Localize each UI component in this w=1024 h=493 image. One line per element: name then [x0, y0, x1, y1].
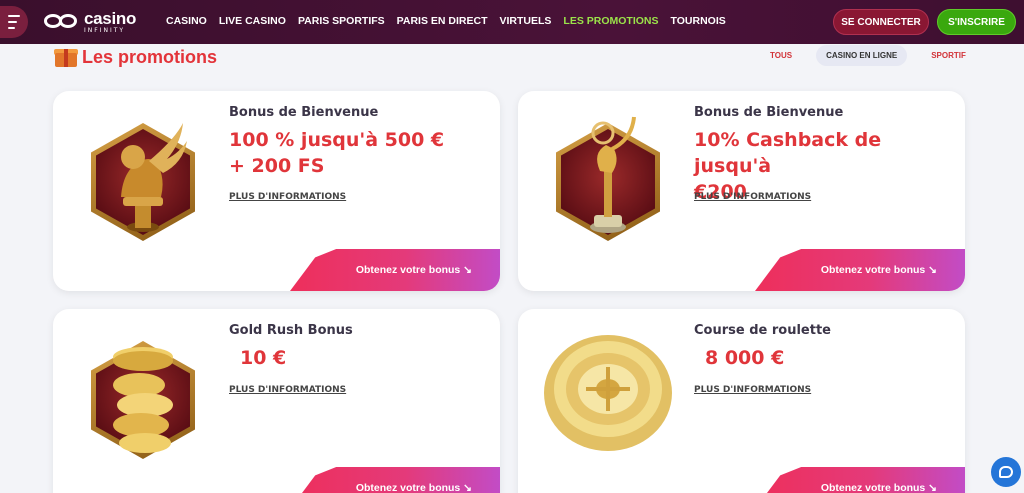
login-button[interactable]: SE CONNECTER	[833, 9, 929, 35]
chat-icon	[999, 466, 1013, 478]
card-subtitle: Gold Rush Bonus	[229, 323, 353, 338]
top-header: casino INFINITY CASINO LIVE CASINO PARIS…	[0, 0, 1024, 44]
nav-paris-en-direct[interactable]: PARIS EN DIRECT	[397, 15, 488, 27]
more-info-link[interactable]: PLUS D'INFORMATIONS	[229, 385, 346, 395]
filter-sportif[interactable]: SPORTIF	[921, 45, 976, 66]
nav-les-promotions[interactable]: LES PROMOTIONS	[563, 15, 658, 27]
get-bonus-button[interactable]: Obtenez votre bonus ↘	[290, 249, 500, 291]
nav-casino[interactable]: CASINO	[166, 15, 207, 27]
promo-card: Bonus de Bienvenue 100 % jusqu'à 500 € +…	[53, 91, 500, 291]
card-subtitle: Course de roulette	[694, 323, 831, 338]
nav-live-casino[interactable]: LIVE CASINO	[219, 15, 286, 27]
roulette-wheel-icon	[538, 331, 678, 481]
card-amount-line2: + 200 FS	[229, 155, 325, 177]
promo-card: Course de roulette 8 000 € PLUS D'INFORM…	[518, 309, 965, 493]
filter-tous[interactable]: TOUS	[760, 45, 802, 66]
card-subtitle: Bonus de Bienvenue	[229, 105, 379, 120]
card-amount-line1: 100 % jusqu'à 500 €	[229, 129, 445, 151]
nav-virtuels[interactable]: VIRTUELS	[500, 15, 552, 27]
logo-sub-text: INFINITY	[84, 27, 126, 34]
card-amount-line1: 10% Cashback de jusqu'à	[694, 129, 882, 177]
gift-icon	[54, 46, 78, 68]
page-title: Les promotions	[82, 46, 218, 67]
card-amount-line1: 10 €	[240, 347, 287, 369]
get-bonus-button[interactable]: Obtenez votre bonus ↘	[290, 467, 500, 493]
infinity-logo-icon	[44, 11, 82, 33]
page-title-row: Les promotions	[54, 44, 217, 70]
casino-logo[interactable]: casino INFINITY	[44, 9, 136, 35]
nav-paris-sportifs[interactable]: PARIS SPORTIFS	[298, 15, 385, 27]
gold-coins-icon	[83, 327, 203, 477]
main-nav: CASINO LIVE CASINO PARIS SPORTIFS PARIS …	[166, 15, 726, 27]
filter-casino-en-ligne[interactable]: CASINO EN LIGNE	[816, 45, 908, 66]
hamburger-icon	[8, 13, 20, 31]
promo-card: Gold Rush Bonus 10 € PLUS D'INFORMATIONS…	[53, 309, 500, 493]
promo-card: Bonus de Bienvenue 10% Cashback de jusqu…	[518, 91, 965, 291]
chat-button[interactable]	[991, 457, 1021, 487]
nav-tournois[interactable]: TOURNOIS	[671, 15, 726, 27]
card-amount: 8 000 €	[705, 345, 955, 371]
card-amount: 10 €	[240, 345, 490, 371]
get-bonus-button[interactable]: Obtenez votre bonus ↘	[755, 249, 965, 291]
more-info-link[interactable]: PLUS D'INFORMATIONS	[694, 385, 811, 395]
more-info-link[interactable]: PLUS D'INFORMATIONS	[229, 192, 346, 202]
signup-button[interactable]: S'INSCRIRE	[937, 9, 1016, 35]
promo-filters: TOUS CASINO EN LIGNE SPORTIF	[760, 45, 976, 66]
card-amount-line1: 8 000 €	[705, 347, 785, 369]
golden-trophy-icon	[548, 109, 668, 259]
more-info-link[interactable]: PLUS D'INFORMATIONS	[694, 192, 811, 202]
card-subtitle: Bonus de Bienvenue	[694, 105, 844, 120]
menu-button[interactable]	[0, 6, 28, 38]
golden-lion-icon	[83, 109, 203, 259]
logo-main-text: casino	[84, 9, 137, 28]
card-amount: 100 % jusqu'à 500 € + 200 FS	[229, 127, 479, 179]
get-bonus-button[interactable]: Obtenez votre bonus ↘	[755, 467, 965, 493]
